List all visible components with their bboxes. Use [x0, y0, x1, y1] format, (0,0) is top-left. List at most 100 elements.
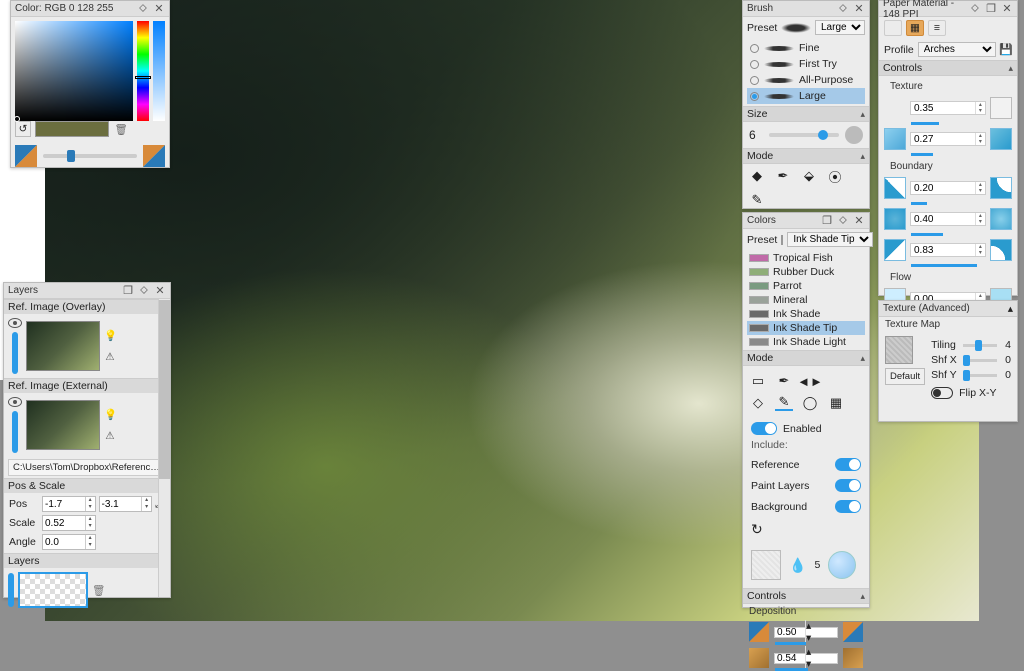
- close-icon[interactable]: ✕: [154, 285, 166, 297]
- collapse-icon[interactable]: ▴: [860, 109, 865, 120]
- default-button[interactable]: Default: [885, 368, 925, 385]
- close-icon[interactable]: ✕: [853, 215, 865, 227]
- color-mix-slider[interactable]: [43, 154, 137, 158]
- circle-mode-icon[interactable]: ◯: [801, 395, 819, 411]
- brush-tool-icon[interactable]: ✎: [749, 192, 765, 208]
- paint-layers-toggle[interactable]: [835, 479, 861, 492]
- shfx-slider[interactable]: [963, 359, 997, 362]
- lightbulb-icon[interactable]: 💡: [104, 408, 116, 422]
- brush-list-item[interactable]: Large: [747, 88, 865, 104]
- save-profile-icon[interactable]: 💾: [1000, 44, 1012, 56]
- restore-icon[interactable]: ❐: [985, 3, 997, 15]
- brush-preset-select[interactable]: Large: [815, 20, 865, 35]
- file-path-field[interactable]: C:\Users\Tom\Dropbox\Reference\Tradition…: [8, 459, 166, 476]
- close-icon[interactable]: ✕: [153, 3, 165, 15]
- restore-icon[interactable]: ❐: [122, 285, 134, 297]
- deposition-slider-1[interactable]: ▴▾: [774, 627, 838, 638]
- lightbulb-icon[interactable]: 💡: [104, 329, 116, 343]
- fg-bg-swatch-2[interactable]: [143, 145, 165, 167]
- delete-layer-icon[interactable]: 🗑: [92, 584, 105, 597]
- shfy-slider[interactable]: [963, 374, 997, 377]
- tab-texture[interactable]: ▦: [906, 20, 924, 36]
- preset-list-item[interactable]: Ink Shade Light: [747, 335, 865, 349]
- pen-mode-icon[interactable]: ✒: [775, 168, 791, 184]
- preset-list-item[interactable]: Ink Shade: [747, 307, 865, 321]
- collapse-icon[interactable]: ▴: [860, 591, 865, 602]
- collapse-icon[interactable]: ▴: [1008, 303, 1013, 315]
- fill-mode-icon[interactable]: ⬙: [801, 168, 817, 184]
- boundary-input-3[interactable]: ▴▾: [910, 243, 986, 257]
- pin-icon[interactable]: ⬦: [137, 3, 149, 15]
- refresh-icon[interactable]: ↻: [751, 521, 763, 537]
- collapse-icon[interactable]: ▴: [860, 151, 865, 162]
- texture-input-1[interactable]: ▴▾: [910, 101, 986, 115]
- color-preset-select[interactable]: Ink Shade Tip: [787, 232, 873, 247]
- collapse-icon[interactable]: ▴: [1008, 63, 1013, 74]
- profile-select[interactable]: Arches: [918, 42, 996, 57]
- warning-icon[interactable]: ⚠: [105, 430, 114, 442]
- diamond-mode-icon[interactable]: ◇: [749, 395, 767, 411]
- scale-input[interactable]: ▴▾: [42, 515, 96, 531]
- boundary-swatch-1a: [884, 177, 906, 199]
- saturation-value-picker[interactable]: [15, 21, 133, 121]
- rect-mode-icon[interactable]: ▭: [749, 373, 767, 389]
- eraser-mode-icon[interactable]: ◆: [749, 168, 765, 184]
- close-icon[interactable]: ✕: [1001, 3, 1013, 15]
- visibility-icon[interactable]: [8, 397, 22, 407]
- current-color-swatch[interactable]: [35, 121, 109, 137]
- boundary-input-1[interactable]: ▴▾: [910, 181, 986, 195]
- enabled-toggle[interactable]: [751, 422, 777, 435]
- preset-list-item[interactable]: Ink Shade Tip: [747, 321, 865, 335]
- layer-thumbnail[interactable]: [26, 321, 100, 371]
- pos-x-input[interactable]: ▴▾: [42, 496, 96, 512]
- brush-list-item[interactable]: Fine: [747, 40, 865, 56]
- pen-mode-icon[interactable]: ✒: [775, 373, 793, 389]
- flip-xy-toggle[interactable]: [931, 387, 953, 399]
- close-icon[interactable]: ✕: [853, 3, 865, 15]
- visibility-icon[interactable]: [8, 318, 22, 328]
- alpha-slider[interactable]: [153, 21, 165, 121]
- ref-overlay-row[interactable]: 💡 ⚠: [4, 314, 170, 378]
- fg-bg-swatch[interactable]: [15, 145, 37, 167]
- pin-icon[interactable]: ⬦: [969, 3, 981, 15]
- background-toggle[interactable]: [835, 500, 861, 513]
- paper-texture-swatch[interactable]: [751, 550, 781, 580]
- tab-blank[interactable]: [884, 20, 902, 36]
- tab-menu[interactable]: ≡: [928, 20, 946, 36]
- tiling-slider[interactable]: [963, 344, 997, 347]
- collapse-icon[interactable]: ▴: [860, 353, 865, 364]
- delete-swatch-icon[interactable]: 🗑: [113, 121, 129, 137]
- preset-list-item[interactable]: Tropical Fish: [747, 251, 865, 265]
- preset-list-item[interactable]: Rubber Duck: [747, 265, 865, 279]
- preset-list-item[interactable]: Parrot: [747, 279, 865, 293]
- boundary-input-2[interactable]: ▴▾: [910, 212, 986, 226]
- reference-toggle[interactable]: [835, 458, 861, 471]
- texture-map-swatch[interactable]: [885, 336, 913, 364]
- layer-thumbnail[interactable]: [26, 400, 100, 450]
- brush-size-slider[interactable]: [769, 133, 839, 137]
- pin-icon[interactable]: ⬦: [837, 3, 849, 15]
- water-preview-icon[interactable]: [828, 551, 856, 579]
- undo-color-button[interactable]: ↺: [15, 121, 31, 137]
- opacity-bar[interactable]: [12, 411, 18, 453]
- opacity-bar[interactable]: [12, 332, 18, 374]
- brush-list-item[interactable]: All-Purpose: [747, 72, 865, 88]
- hue-slider[interactable]: [137, 21, 149, 121]
- palette-mode-icon[interactable]: ⦿: [827, 168, 843, 184]
- deposition-slider-2[interactable]: ▴▾: [774, 653, 838, 664]
- restore-icon[interactable]: ❐: [821, 215, 833, 227]
- active-layer-thumbnail[interactable]: [18, 572, 88, 608]
- warning-icon[interactable]: ⚠: [105, 351, 114, 363]
- eyedropper-icon[interactable]: ✎: [775, 395, 793, 411]
- preset-list-item[interactable]: Mineral: [747, 293, 865, 307]
- pos-y-input[interactable]: ▴▾: [99, 496, 153, 512]
- ref-external-row[interactable]: 💡 ⚠: [4, 393, 170, 457]
- pin-icon[interactable]: ⬦: [138, 285, 150, 297]
- pin-icon[interactable]: ⬦: [837, 215, 849, 227]
- brush-list-item[interactable]: First Try: [747, 56, 865, 72]
- mirror-mode-icon[interactable]: ◄►: [801, 373, 819, 389]
- opacity-bar[interactable]: [8, 573, 14, 607]
- texture-input-2[interactable]: ▴▾: [910, 132, 986, 146]
- grid-mode-icon[interactable]: ▦: [827, 395, 845, 411]
- angle-input[interactable]: ▴▾: [42, 534, 96, 550]
